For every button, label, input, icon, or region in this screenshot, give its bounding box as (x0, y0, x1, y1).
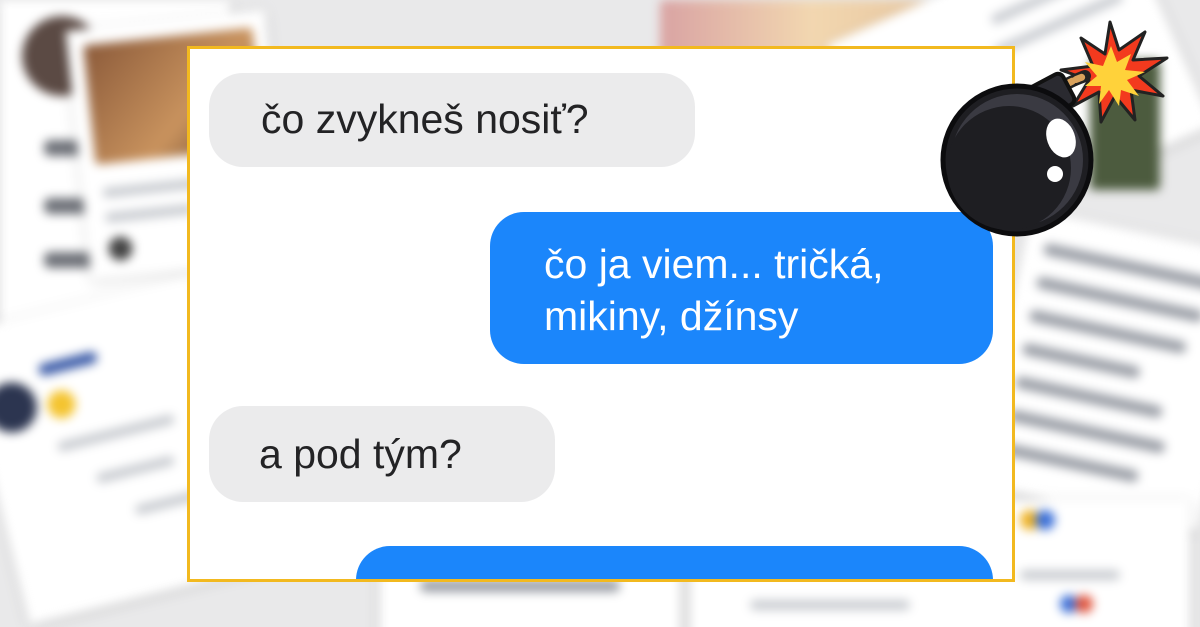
message-bubble-outgoing: čo ja viem... tričká, mikiny, džínsy (490, 212, 993, 364)
spark-icon (1059, 20, 1169, 124)
bomb-icon (940, 20, 1169, 237)
message-bubble-incoming: čo zvykneš nosiť? (209, 73, 695, 167)
message-bubble-outgoing-partial (356, 546, 993, 579)
message-bubble-incoming: a pod tým? (209, 406, 555, 502)
chat-screenshot-frame: čo zvykneš nosiť? čo ja viem... tričká, … (187, 46, 1015, 582)
thumbnail-stage: čo zvykneš nosiť? čo ja viem... tričká, … (0, 0, 1200, 627)
